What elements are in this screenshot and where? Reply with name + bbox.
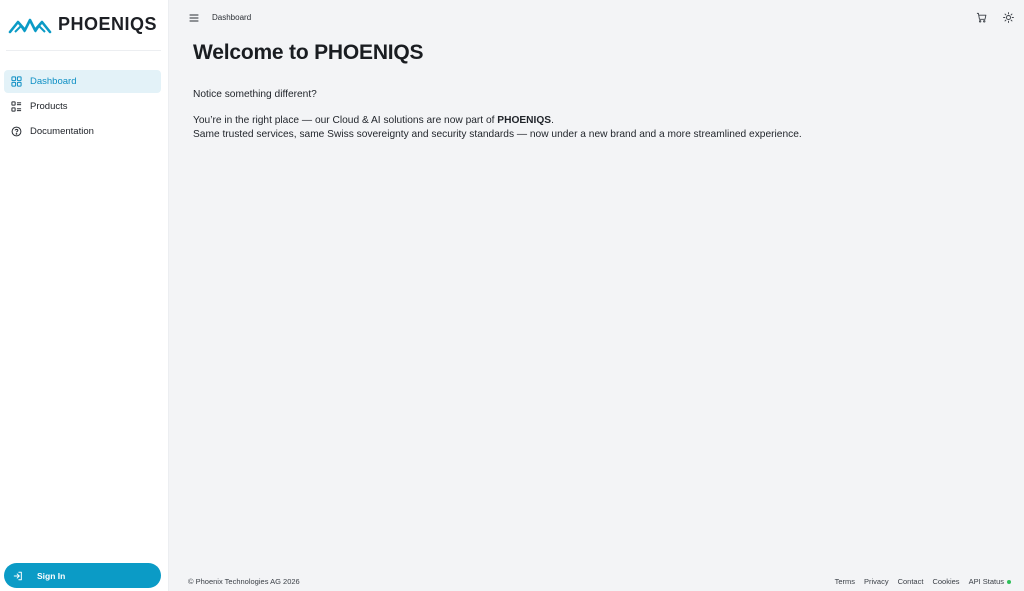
list-icon	[11, 101, 22, 112]
hamburger-icon	[189, 14, 199, 22]
sign-in-label: Sign In	[37, 570, 66, 581]
sidebar-item-label: Documentation	[30, 126, 94, 137]
menu-toggle-button[interactable]	[188, 12, 200, 24]
intro-text: You’re in the right place — our Cloud & …	[193, 114, 803, 129]
cart-button[interactable]	[976, 12, 987, 23]
footer-link-api-status[interactable]: API Status	[969, 577, 1011, 586]
brand-name: PHOENIQS	[58, 13, 158, 34]
sign-in-button[interactable]: Sign In	[4, 563, 161, 588]
theme-toggle-button[interactable]	[1003, 12, 1014, 23]
footer-link-terms[interactable]: Terms	[835, 577, 855, 586]
sidebar-item-dashboard[interactable]: Dashboard	[4, 70, 161, 93]
footer-links: Terms Privacy Contact Cookies API Status	[835, 577, 1011, 586]
cart-icon	[976, 12, 987, 23]
page-title: Welcome to PHOENIQS	[193, 41, 424, 64]
notice-text: Notice something different?	[193, 89, 317, 100]
sun-icon	[1003, 12, 1014, 23]
status-dot-icon	[1007, 580, 1011, 584]
footer-link-cookies[interactable]: Cookies	[932, 577, 959, 586]
welcome-message: Notice something different? You’re in th…	[193, 88, 803, 143]
intro-prefix: You’re in the right place — our Cloud & …	[193, 114, 498, 126]
intro-brand: PHOENIQS	[497, 114, 552, 126]
top-actions	[976, 12, 1014, 23]
sidebar-divider	[6, 50, 161, 51]
intro-suffix: .	[551, 114, 554, 126]
footer-copyright: © Phoenix Technologies AG 2026	[188, 577, 300, 586]
footer-link-contact[interactable]: Contact	[898, 577, 924, 586]
grid-icon	[11, 76, 22, 87]
footer-link-privacy[interactable]: Privacy	[864, 577, 889, 586]
sidebar-nav: Dashboard Products Documentation	[4, 70, 161, 145]
help-circle-icon	[11, 126, 22, 137]
breadcrumb[interactable]: Dashboard	[212, 13, 251, 22]
sidebar-item-products[interactable]: Products	[4, 95, 161, 118]
phoeniqs-logo-icon	[8, 18, 52, 34]
sidebar-item-label: Dashboard	[30, 76, 77, 87]
api-status-label: API Status	[968, 577, 1004, 586]
brand-logo-link[interactable]: PHOENIQS	[8, 12, 157, 36]
details-text: Same trusted services, same Swiss sovere…	[193, 129, 802, 140]
sidebar: PHOENIQS Dashboard Products Documentatio…	[0, 0, 169, 591]
sidebar-item-label: Products	[30, 101, 68, 112]
sidebar-item-documentation[interactable]: Documentation	[4, 120, 161, 143]
sign-in-icon	[13, 571, 23, 581]
